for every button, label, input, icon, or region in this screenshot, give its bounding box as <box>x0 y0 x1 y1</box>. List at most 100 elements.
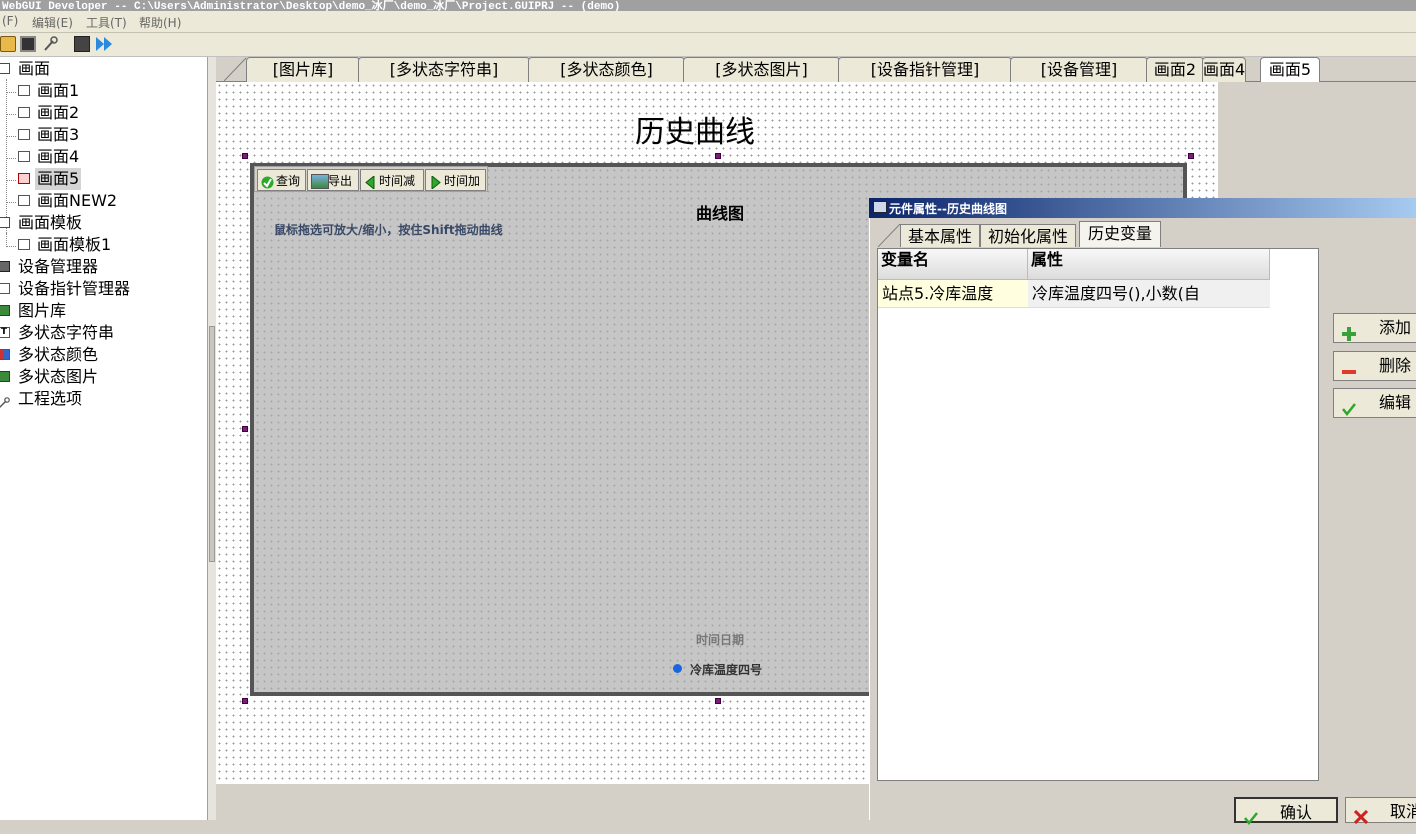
tab-edge-icon <box>878 224 901 247</box>
variables-grid[interactable]: 变量名 属性 站点5.冷库温度 冷库温度四号(),小数(自 <box>877 248 1319 781</box>
resize-handle-ne[interactable] <box>1188 153 1194 159</box>
tree-item-label: 画面3 <box>37 125 80 144</box>
dialog-tab-history-vars[interactable]: 历史变量 <box>1079 221 1161 247</box>
menu-edit[interactable]: 编辑(E) <box>32 14 73 31</box>
chart-toolbar: 查询 导出 时间减 时间加 <box>254 166 488 192</box>
resize-handle-sw[interactable] <box>242 698 248 704</box>
tab-multistate-color[interactable]: [多状态颜色] <box>528 57 685 82</box>
tree-item-multistate-color[interactable]: 多状态颜色 <box>0 344 150 366</box>
screen-icon <box>18 195 30 206</box>
tree-item-screen-2[interactable]: 画面2 <box>0 102 140 124</box>
time-decrease-button[interactable]: 时间减 <box>360 169 424 191</box>
tree-item-label: 多状态字符串 <box>18 323 115 342</box>
tree-item-screen-1[interactable]: 画面1 <box>0 80 140 102</box>
tree-item-screen-5[interactable]: 画面5 <box>0 168 140 190</box>
pointer-icon <box>0 283 10 294</box>
canvas-bottom-bar <box>216 784 868 820</box>
editor-tab-strip: [图片库] [多状态字符串] [多状态颜色] [多状态图片] [设备指针管理] … <box>216 57 1416 82</box>
wrench-icon <box>0 393 10 409</box>
add-button[interactable]: 添加 <box>1333 313 1416 343</box>
tree-item-label: 多状态颜色 <box>18 345 99 364</box>
tab-screen-2[interactable]: 画面2 <box>1146 57 1204 82</box>
tree-item-label: 图片库 <box>18 301 67 320</box>
resize-handle-n[interactable] <box>715 153 721 159</box>
screen-icon <box>18 129 30 140</box>
film-icon[interactable] <box>74 36 90 52</box>
tree-item-multistate-string[interactable]: T 多状态字符串 <box>0 322 150 344</box>
resize-handle-s[interactable] <box>715 698 721 704</box>
query-button[interactable]: 查询 <box>257 169 306 191</box>
arrow-right-icon <box>429 174 442 191</box>
tree-item-label: 画面模板1 <box>37 235 112 254</box>
ok-button[interactable]: 确认 <box>1234 797 1338 826</box>
image-icon <box>0 371 10 382</box>
tab-device-pointer[interactable]: [设备指针管理] <box>838 57 1012 82</box>
color-icon <box>0 349 10 360</box>
plus-icon <box>1342 322 1356 341</box>
tree-item-label: 画面5 <box>35 168 82 190</box>
time-increase-label: 时间加 <box>444 174 481 188</box>
menu-help[interactable]: 帮助(H) <box>139 14 181 31</box>
chart-legend-label: 冷库温度四号 <box>690 663 763 677</box>
menu-tools[interactable]: 工具(T) <box>86 14 127 31</box>
tree-item-label: 工程选项 <box>18 389 83 408</box>
resize-handle-w[interactable] <box>242 426 248 432</box>
check-icon <box>261 174 274 189</box>
legend-marker-icon <box>673 664 682 673</box>
close-icon <box>1353 805 1369 825</box>
tree-item-pointer-manager[interactable]: 设备指针管理器 <box>0 278 170 300</box>
resize-handle-nw[interactable] <box>242 153 248 159</box>
tree-item-device-manager[interactable]: 设备管理器 <box>0 256 150 278</box>
cancel-button[interactable]: 取消 <box>1345 797 1416 825</box>
tree-item-screen-new2[interactable]: 画面NEW2 <box>0 190 140 212</box>
tree-item-screens[interactable]: 画面 <box>0 58 120 80</box>
menu-file[interactable]: (F) <box>2 14 18 28</box>
screen-icon <box>18 239 30 250</box>
device-icon <box>0 261 10 272</box>
image-icon <box>0 305 10 316</box>
tree-item-label: 画面NEW2 <box>37 191 118 210</box>
grid-cell-var-name[interactable]: 站点5.冷库温度 <box>878 280 1028 308</box>
tree-item-label: 画面2 <box>37 103 80 122</box>
open-folder-icon[interactable] <box>0 36 16 52</box>
dialog-title: 元件属性--历史曲线图 <box>889 202 1007 216</box>
canvas-title[interactable]: 历史曲线 <box>590 107 800 151</box>
tree-item-image-library[interactable]: 图片库 <box>0 300 150 322</box>
screen-folder-icon <box>0 63 10 74</box>
edit-button[interactable]: 编辑 <box>1333 388 1416 418</box>
screen-folder-icon <box>0 217 10 228</box>
dialog-title-bar[interactable]: 元件属性--历史曲线图 <box>869 198 1416 218</box>
tree-scrollbar-thumb[interactable] <box>209 326 215 562</box>
tree-item-label: 画面1 <box>37 81 80 100</box>
tree-item-label: 画面4 <box>37 147 80 166</box>
tab-screen-5[interactable]: 画面5 <box>1260 57 1320 82</box>
delete-button[interactable]: 删除 <box>1333 351 1416 381</box>
dialog-tabs: 基本属性 初始化属性 历史变量 <box>872 220 1416 247</box>
tree-item-project-options[interactable]: 工程选项 <box>0 388 150 410</box>
time-decrease-label: 时间减 <box>379 174 416 188</box>
tree-item-multistate-image[interactable]: 多状态图片 <box>0 366 150 388</box>
save-icon[interactable] <box>20 36 36 52</box>
tree-item-templates[interactable]: 画面模板 <box>0 212 140 234</box>
tab-multistate-image[interactable]: [多状态图片] <box>683 57 840 82</box>
dialog-tab-basic[interactable]: 基本属性 <box>900 224 980 247</box>
menu-bar: (F) 编辑(E) 工具(T) 帮助(H) <box>0 11 1416 33</box>
export-button[interactable]: 导出 <box>307 169 359 191</box>
wrench-icon[interactable] <box>42 36 58 52</box>
tree-item-template-1[interactable]: 画面模板1 <box>0 234 150 256</box>
tree-item-label: 多状态图片 <box>18 367 99 386</box>
tab-device-manager[interactable]: [设备管理] <box>1010 57 1148 82</box>
run-icon[interactable] <box>96 36 112 52</box>
column-header-attr[interactable]: 属性 <box>1028 249 1270 280</box>
tree-item-screen-4[interactable]: 画面4 <box>0 146 140 168</box>
column-header-var-name[interactable]: 变量名 <box>878 249 1028 280</box>
window-title-bar: WebGUI Developer -- C:\Users\Administrat… <box>0 0 1416 11</box>
tree-item-screen-3[interactable]: 画面3 <box>0 124 140 146</box>
grid-cell-attr[interactable]: 冷库温度四号(),小数(自 <box>1028 280 1270 308</box>
tab-multistate-string[interactable]: [多状态字符串] <box>358 57 530 82</box>
time-increase-button[interactable]: 时间加 <box>425 169 486 191</box>
chart-title: 曲线图 <box>695 204 744 223</box>
dialog-tab-init[interactable]: 初始化属性 <box>980 224 1076 247</box>
tab-image-library[interactable]: [图片库] <box>246 57 360 82</box>
tab-screen-4[interactable]: 画面4 <box>1202 57 1246 82</box>
